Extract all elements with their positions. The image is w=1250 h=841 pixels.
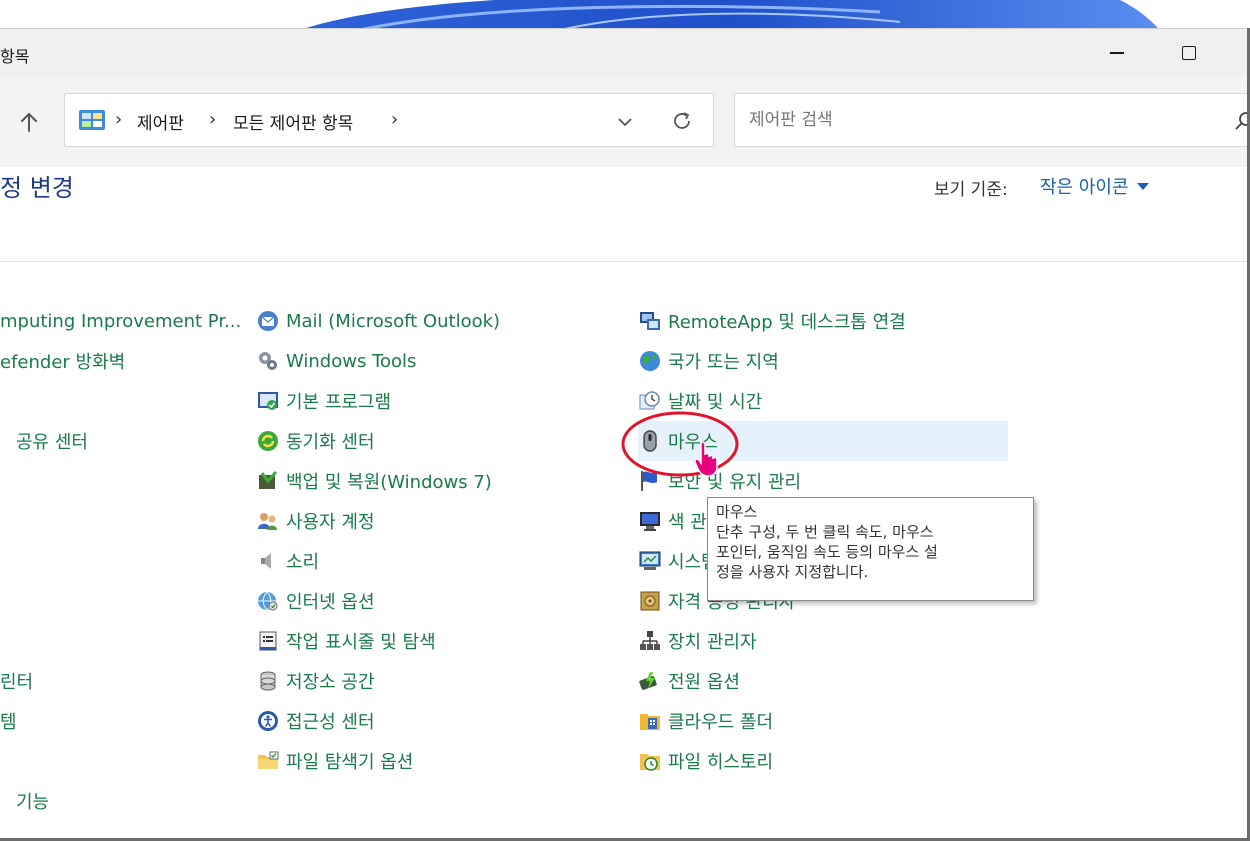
list-item[interactable]: efender 방화벽 bbox=[0, 346, 125, 376]
title-bar: 항목 bbox=[0, 29, 1250, 77]
device-manager-icon bbox=[640, 631, 660, 650]
windows-tools-item[interactable]: Windows Tools bbox=[256, 346, 416, 376]
windows-tools-icon bbox=[259, 352, 277, 370]
breadcrumb-separator: › bbox=[209, 109, 217, 130]
tooltip-line: 포인터, 움직임 속도 등의 마우스 설 bbox=[716, 543, 938, 561]
power-options-item[interactable]: 전원 옵션 bbox=[638, 666, 740, 696]
breadcrumb-control-panel[interactable]: 제어판 bbox=[137, 109, 184, 134]
tooltip-title: 마우스 bbox=[716, 503, 758, 521]
search-box[interactable] bbox=[734, 93, 1250, 147]
taskbar-icon bbox=[259, 631, 277, 651]
address-bar[interactable]: › 제어판 › 모든 제어판 항목 › bbox=[64, 93, 714, 147]
caret-down-icon bbox=[1136, 182, 1149, 190]
maximize-icon bbox=[1182, 46, 1196, 60]
maximize-button[interactable] bbox=[1166, 37, 1212, 69]
sync-center-icon bbox=[258, 431, 278, 451]
minimize-icon bbox=[1110, 52, 1124, 54]
list-item[interactable]: 린터 bbox=[0, 666, 33, 696]
control-panel-icon bbox=[79, 110, 105, 130]
list-item[interactable]: mputing Improvement Pr... bbox=[0, 306, 241, 336]
hand-pointer-icon bbox=[694, 441, 718, 477]
view-by-dropdown[interactable]: 작은 아이콘 bbox=[1040, 172, 1149, 200]
backup-restore-item[interactable]: 백업 및 복원(Windows 7) bbox=[256, 466, 492, 496]
storage-spaces-icon bbox=[260, 671, 276, 691]
navigation-bar: › 제어판 › 모든 제어판 항목 › bbox=[0, 77, 1250, 167]
ease-of-access-item[interactable]: 접근성 센터 bbox=[256, 706, 375, 736]
default-programs-item[interactable]: 기본 프로그램 bbox=[256, 386, 391, 416]
breadcrumb-separator[interactable]: › bbox=[391, 109, 398, 130]
file-history-icon bbox=[640, 754, 660, 771]
arrow-up-icon bbox=[21, 112, 37, 132]
minimize-button[interactable] bbox=[1094, 37, 1140, 69]
breadcrumb-all-items[interactable]: 모든 제어판 항목 bbox=[233, 109, 353, 134]
region-item[interactable]: 국가 또는 지역 bbox=[638, 346, 779, 376]
file-history-item[interactable]: 파일 히스토리 bbox=[638, 746, 773, 776]
sync-center-item[interactable]: 동기화 센터 bbox=[256, 426, 375, 456]
file-explorer-options-item[interactable]: 파일 탐색기 옵션 bbox=[256, 746, 413, 776]
page-title: 정 변경 bbox=[0, 174, 74, 202]
user-accounts-item[interactable]: 사용자 계정 bbox=[256, 506, 375, 536]
list-item[interactable]: 기능 bbox=[0, 786, 49, 816]
speaker-icon bbox=[261, 553, 271, 569]
window-title: 항목 bbox=[0, 47, 30, 66]
system-icon bbox=[639, 551, 661, 570]
mail-item[interactable]: Mail (Microsoft Outlook) bbox=[256, 306, 500, 336]
view-by-label: 보기 기준: bbox=[934, 180, 1008, 200]
folder-icon bbox=[640, 714, 660, 730]
backup-restore-icon bbox=[259, 471, 278, 489]
tooltip-line: 정을 사용자 지정합니다. bbox=[716, 563, 869, 581]
up-button[interactable] bbox=[14, 107, 44, 137]
internet-options-item[interactable]: 인터넷 옵션 bbox=[256, 586, 375, 616]
list-item[interactable]: 공유 센터 bbox=[0, 426, 88, 456]
system-item[interactable]: 시스템 bbox=[638, 546, 718, 576]
ease-of-access-icon bbox=[258, 711, 278, 731]
sound-item[interactable]: 소리 bbox=[256, 546, 319, 576]
remoteapp-icon bbox=[640, 312, 660, 330]
chevron-down-icon[interactable] bbox=[613, 110, 637, 134]
vault-icon bbox=[640, 591, 660, 611]
search-input[interactable] bbox=[749, 107, 1219, 133]
mail-icon bbox=[258, 311, 278, 331]
folder-options-icon bbox=[258, 751, 279, 769]
remoteapp-item[interactable]: RemoteApp 및 데스크톱 연결 bbox=[638, 306, 906, 336]
device-manager-item[interactable]: 장치 관리자 bbox=[638, 626, 757, 656]
storage-spaces-item[interactable]: 저장소 공간 bbox=[256, 666, 375, 696]
internet-options-icon bbox=[258, 591, 278, 611]
battery-icon bbox=[639, 672, 657, 690]
user-accounts-icon bbox=[258, 513, 277, 530]
header-divider bbox=[0, 261, 1250, 262]
default-programs-icon bbox=[258, 392, 278, 410]
tooltip-line: 단추 구성, 두 번 클릭 속도, 마우스 bbox=[716, 523, 934, 541]
refresh-icon[interactable] bbox=[669, 108, 695, 134]
globe-icon bbox=[640, 351, 660, 371]
breadcrumb-separator: › bbox=[115, 109, 123, 130]
work-folders-item[interactable]: 클라우드 폴더 bbox=[638, 706, 773, 736]
list-item[interactable]: 템 bbox=[0, 706, 17, 736]
color-management-icon bbox=[640, 512, 660, 531]
mouse-tooltip: 마우스 단추 구성, 두 번 클릭 속도, 마우스 포인터, 움직임 속도 등의… bbox=[707, 497, 1034, 601]
view-by-value: 작은 아이콘 bbox=[1040, 177, 1129, 198]
desktop-wallpaper bbox=[0, 0, 1250, 30]
taskbar-item[interactable]: 작업 표시줄 및 탐색 bbox=[256, 626, 436, 656]
